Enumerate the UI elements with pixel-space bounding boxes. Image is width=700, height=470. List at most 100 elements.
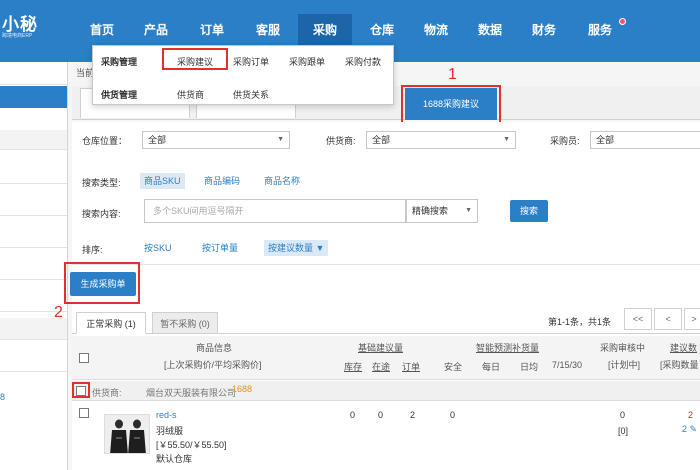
chevron-down-icon: ▼	[465, 207, 472, 214]
menu-item-supply-relation[interactable]: 供货关系	[233, 88, 269, 101]
warehouse-select-value: 全部	[148, 135, 167, 145]
sidebar-item-active[interactable]	[0, 86, 67, 108]
tab-no-purchase[interactable]: 暂不采购 (0)	[152, 312, 218, 334]
search-type-sku[interactable]: 商品SKU	[140, 173, 185, 189]
product-row-checkbox[interactable]	[79, 408, 89, 418]
col-product-info: 商品信息	[196, 343, 233, 353]
highlight-box-checkbox	[72, 382, 90, 398]
col-orders[interactable]: 订单	[402, 360, 420, 373]
highlight-box-generate	[64, 262, 140, 304]
sidebar-link[interactable]: 8	[0, 392, 5, 402]
sidebar-item[interactable]	[0, 350, 67, 372]
col-daily-avg: 日均	[520, 362, 539, 372]
col-basic-suggest[interactable]: 基础建议量	[358, 341, 403, 354]
purchase-qty-value: 2	[682, 424, 688, 434]
pager-next-button[interactable]: >	[684, 308, 700, 330]
sort-label: 排序:	[82, 245, 103, 255]
pager-prev-button[interactable]: <	[654, 308, 682, 330]
supplier-select[interactable]: 全部 ▼	[366, 131, 516, 149]
product-thumbnail	[104, 414, 150, 454]
chevron-down-icon: ▼	[503, 136, 510, 143]
cell-orders: 2	[410, 410, 416, 420]
annotation-1: 1	[448, 66, 457, 83]
cell-stock: 0	[350, 410, 356, 420]
highlight-box-purchase-suggestion	[162, 48, 228, 70]
nav-order[interactable]: 订单	[190, 14, 234, 46]
select-all-checkbox[interactable]	[79, 353, 89, 363]
menu-group-purchase-mgmt: 采购管理	[101, 57, 138, 67]
supplier-select-value: 全部	[372, 135, 391, 145]
nav-product[interactable]: 产品	[134, 14, 178, 46]
pager-first-button[interactable]: <<	[624, 308, 652, 330]
cell-purchase-qty[interactable]: 2 ✎	[682, 424, 697, 435]
sort-by-suggest[interactable]: 按建议数量 ▼	[264, 240, 329, 256]
col-smart-forecast[interactable]: 智能预测补货量	[476, 341, 539, 354]
cell-suggest: 2	[688, 410, 694, 420]
col-stock[interactable]: 库存	[344, 360, 362, 373]
menu-item-supplier[interactable]: 供货商	[177, 88, 204, 101]
cell-safety: 0	[450, 410, 456, 420]
menu-item-purchase-order[interactable]: 采购订单	[233, 55, 269, 68]
tab-normal-purchase[interactable]: 正常采购 (1)	[76, 312, 146, 334]
search-button[interactable]: 搜索	[510, 200, 548, 222]
sort-by-order[interactable]: 按订单量	[198, 240, 242, 256]
nav-service[interactable]: 客服	[246, 14, 290, 46]
product-sku[interactable]: red-s	[156, 410, 177, 420]
supplier-label: 供货商:	[92, 388, 122, 398]
supplier-1688-tag: 1688	[232, 384, 253, 394]
search-type-label: 搜索类型:	[82, 178, 121, 188]
divider	[72, 264, 700, 265]
col-daily: 每日	[482, 362, 501, 372]
search-content-label: 搜索内容:	[82, 209, 121, 219]
menu-group-supply-mgmt: 供货管理	[101, 90, 138, 100]
buyer-label: 采购员:	[550, 136, 580, 146]
sidebar-item[interactable]	[0, 162, 67, 184]
col-suggest-qty[interactable]: 建议数	[670, 341, 697, 354]
chevron-down-icon: ▼	[277, 136, 284, 143]
edit-icon[interactable]: ✎	[690, 424, 698, 434]
match-mode-value: 精确搜索	[412, 206, 449, 216]
highlight-box-1688	[401, 85, 501, 124]
match-mode-select[interactable]: 精确搜索 ▼	[406, 199, 478, 223]
supplier-label: 供货商:	[326, 136, 356, 146]
search-input[interactable]: 多个SKU间用逗号隔开	[144, 199, 406, 223]
sidebar: 8	[0, 62, 68, 470]
menu-item-purchase-payment[interactable]: 采购付款	[345, 55, 381, 68]
cell-planned: [0]	[618, 426, 629, 436]
col-in-transit[interactable]: 在途	[372, 360, 390, 373]
sidebar-item[interactable]	[0, 258, 67, 280]
nav-services[interactable]: 服务	[578, 14, 622, 46]
notification-dot-icon	[619, 18, 626, 25]
warehouse-label: 仓库位置：	[82, 136, 128, 146]
sidebar-item[interactable]	[0, 130, 67, 150]
search-type-name[interactable]: 商品名称	[260, 173, 304, 189]
nav-finance[interactable]: 财务	[522, 14, 566, 46]
product-image	[105, 415, 149, 453]
supplier-name: 烟台双天服装有限公司	[146, 388, 237, 398]
sidebar-divider	[0, 84, 67, 85]
pagination-summary: 第1-1条，共1条	[548, 317, 612, 327]
col-safety: 安全	[444, 362, 463, 372]
nav-purchase[interactable]: 采购	[298, 14, 352, 46]
nav-logistics[interactable]: 物流	[414, 14, 458, 46]
nav-warehouse[interactable]: 仓库	[360, 14, 404, 46]
col-planned: [计划中]	[608, 360, 641, 370]
col-purchase-qty: [采购数量	[660, 360, 699, 370]
buyer-select-value: 全部	[596, 135, 615, 145]
sort-by-sku[interactable]: 按SKU	[140, 240, 176, 256]
app-logo[interactable]: 小秘 跨境电商ERP	[0, 6, 70, 46]
warehouse-select[interactable]: 全部 ▼	[142, 131, 290, 149]
menu-item-purchase-tracking[interactable]: 采购跟单	[289, 55, 325, 68]
buyer-select[interactable]: 全部	[590, 131, 700, 149]
product-name: 羽绒服	[156, 426, 184, 436]
col-product-price-hint: [上次采购价/平均采购价]	[164, 360, 262, 370]
col-under-review: 采购审核中	[600, 343, 646, 353]
col-period: 7/15/30	[552, 360, 583, 370]
purchase-menu-dropdown: 采购管理 采购建议 采购订单 采购跟单 采购付款 供货管理 供货商 供货关系	[92, 45, 394, 105]
nav-home[interactable]: 首页	[80, 14, 124, 46]
sidebar-item[interactable]	[0, 194, 67, 216]
annotation-2: 2	[54, 304, 63, 321]
nav-data[interactable]: 数据	[468, 14, 512, 46]
sidebar-item[interactable]	[0, 226, 67, 248]
search-type-code[interactable]: 商品编码	[200, 173, 244, 189]
